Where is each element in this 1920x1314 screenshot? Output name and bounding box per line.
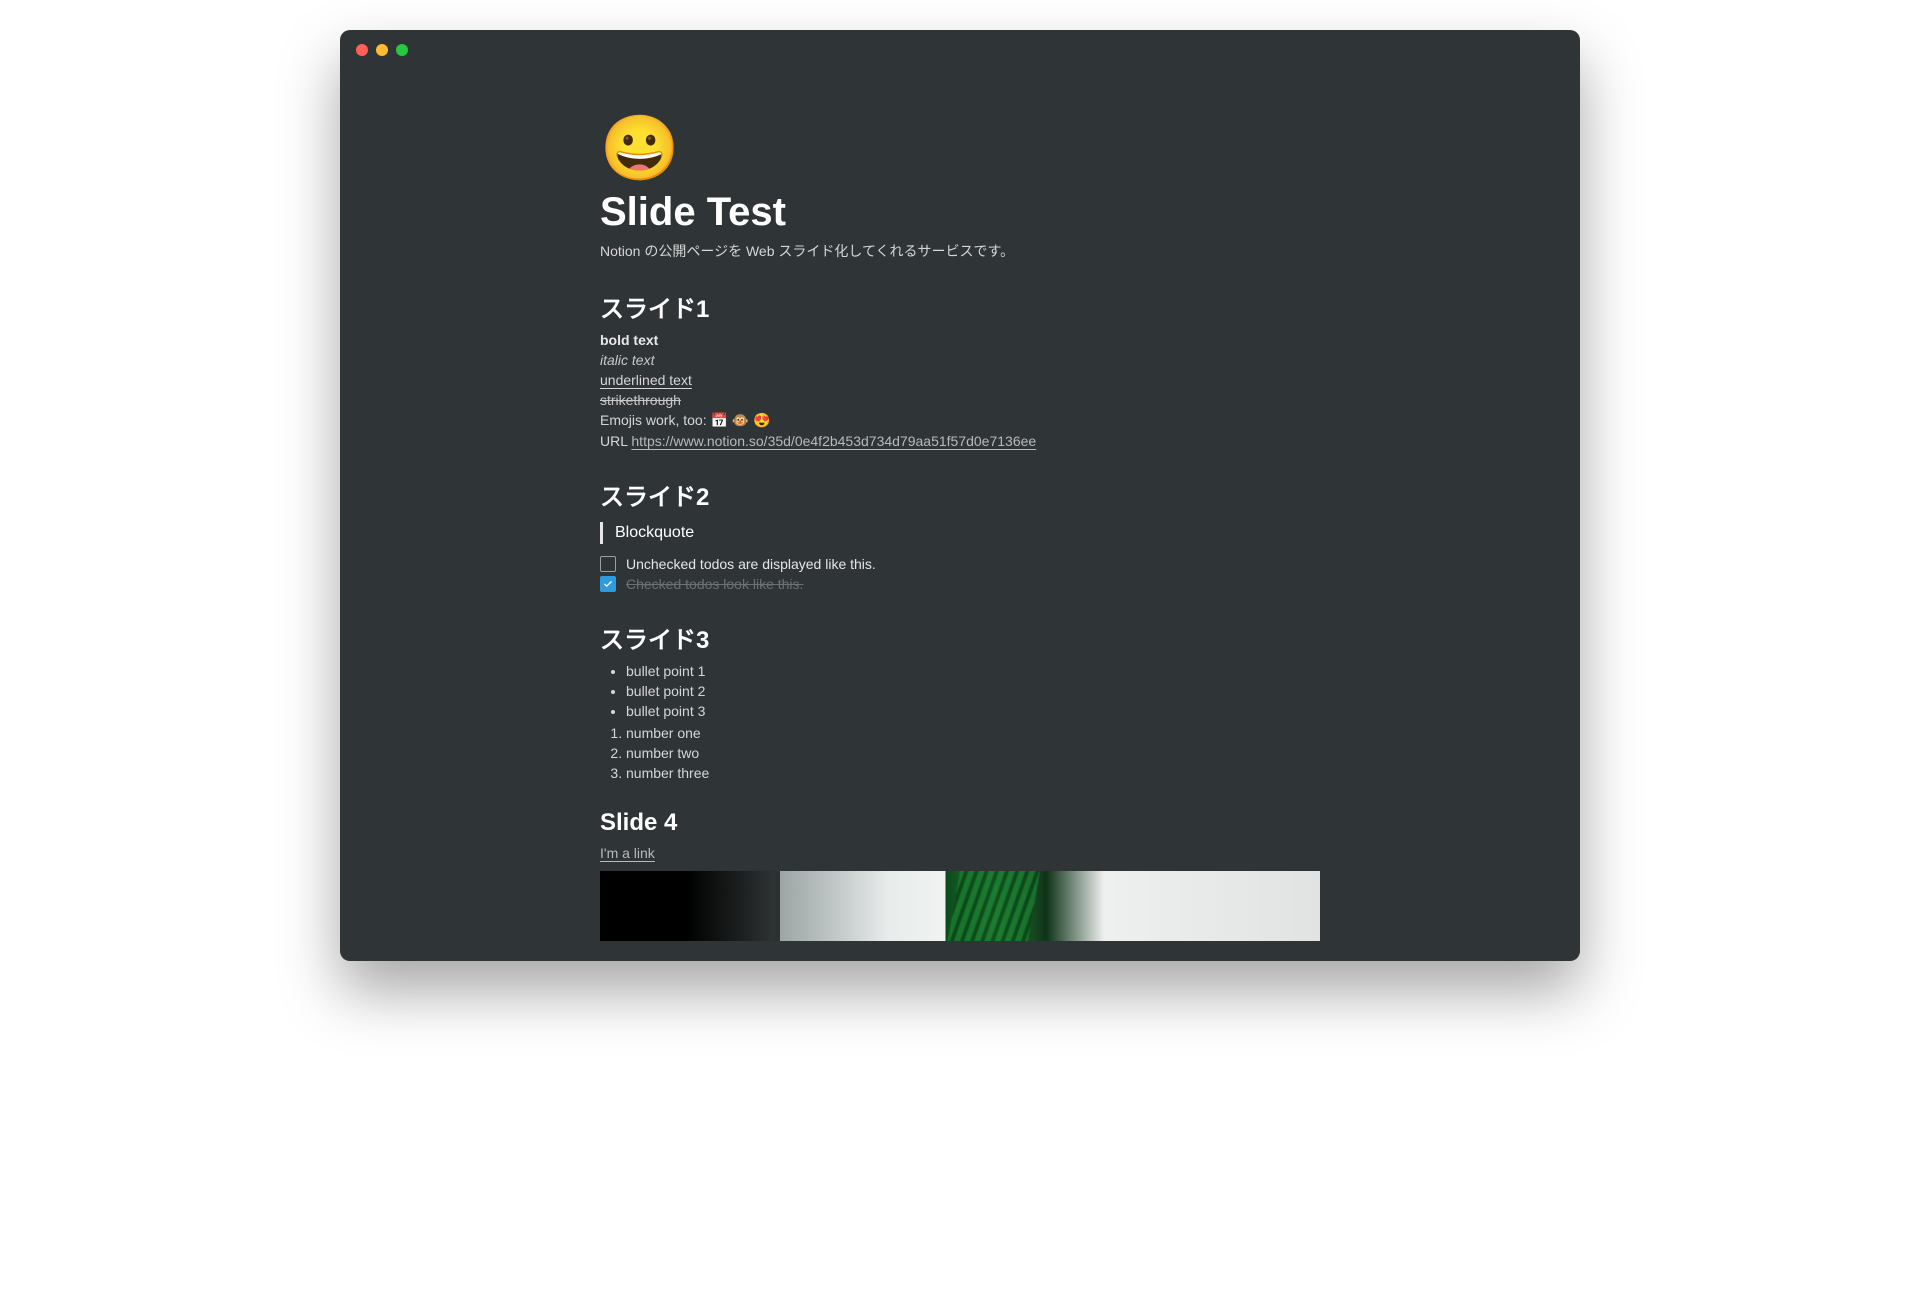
todo-checked: Checked todos look like this. bbox=[600, 576, 1320, 592]
list-item: number two bbox=[626, 745, 1320, 761]
image-plant bbox=[600, 871, 1320, 941]
page-content: 😀 Slide Test Notion の公開ページを Web スライド化してく… bbox=[600, 116, 1320, 961]
list-item: bullet point 1 bbox=[626, 663, 1320, 679]
text-strikethrough: strikethrough bbox=[600, 392, 1320, 408]
slide4-link[interactable]: I'm a link bbox=[600, 845, 655, 861]
todo-checked-label: Checked todos look like this. bbox=[626, 576, 803, 592]
blockquote: Blockquote bbox=[600, 522, 1320, 544]
text-url-line: URL https://www.notion.so/35d/0e4f2b453d… bbox=[600, 433, 1320, 449]
app-window: 😀 Slide Test Notion の公開ページを Web スライド化してく… bbox=[340, 30, 1580, 961]
heading-slide3: スライド3 bbox=[600, 620, 1320, 655]
todo-unchecked-label: Unchecked todos are displayed like this. bbox=[626, 556, 876, 572]
window-titlebar bbox=[340, 30, 1580, 66]
numbered-list: number one number two number three bbox=[600, 725, 1320, 781]
text-emoji-line: Emojis work, too: 📅 🐵 😍 bbox=[600, 412, 1320, 429]
url-link[interactable]: https://www.notion.so/35d/0e4f2b453d734d… bbox=[631, 433, 1036, 449]
window-minimize-icon[interactable] bbox=[376, 44, 388, 56]
checkbox-checked-icon[interactable] bbox=[600, 576, 616, 592]
list-item: bullet point 2 bbox=[626, 683, 1320, 699]
bullet-list: bullet point 1 bullet point 2 bullet poi… bbox=[600, 663, 1320, 719]
checkbox-unchecked-icon[interactable] bbox=[600, 556, 616, 572]
page-title: Slide Test bbox=[600, 190, 1320, 235]
page-icon[interactable]: 😀 bbox=[600, 116, 1320, 180]
todo-unchecked: Unchecked todos are displayed like this. bbox=[600, 556, 1320, 572]
url-label: URL bbox=[600, 433, 631, 449]
list-item: bullet point 3 bbox=[626, 703, 1320, 719]
text-bold: bold text bbox=[600, 332, 1320, 348]
window-close-icon[interactable] bbox=[356, 44, 368, 56]
heading-slide2: スライド2 bbox=[600, 477, 1320, 512]
heading-slide4: Slide 4 bbox=[600, 809, 1320, 837]
text-italic: italic text bbox=[600, 352, 1320, 368]
text-link-line: I'm a link bbox=[600, 845, 1320, 861]
text-underline: underlined text bbox=[600, 372, 1320, 388]
window-zoom-icon[interactable] bbox=[396, 44, 408, 56]
page-description: Notion の公開ページを Web スライド化してくれるサービスです。 bbox=[600, 241, 1320, 261]
list-item: number one bbox=[626, 725, 1320, 741]
list-item: number three bbox=[626, 765, 1320, 781]
heading-slide1: スライド1 bbox=[600, 289, 1320, 324]
